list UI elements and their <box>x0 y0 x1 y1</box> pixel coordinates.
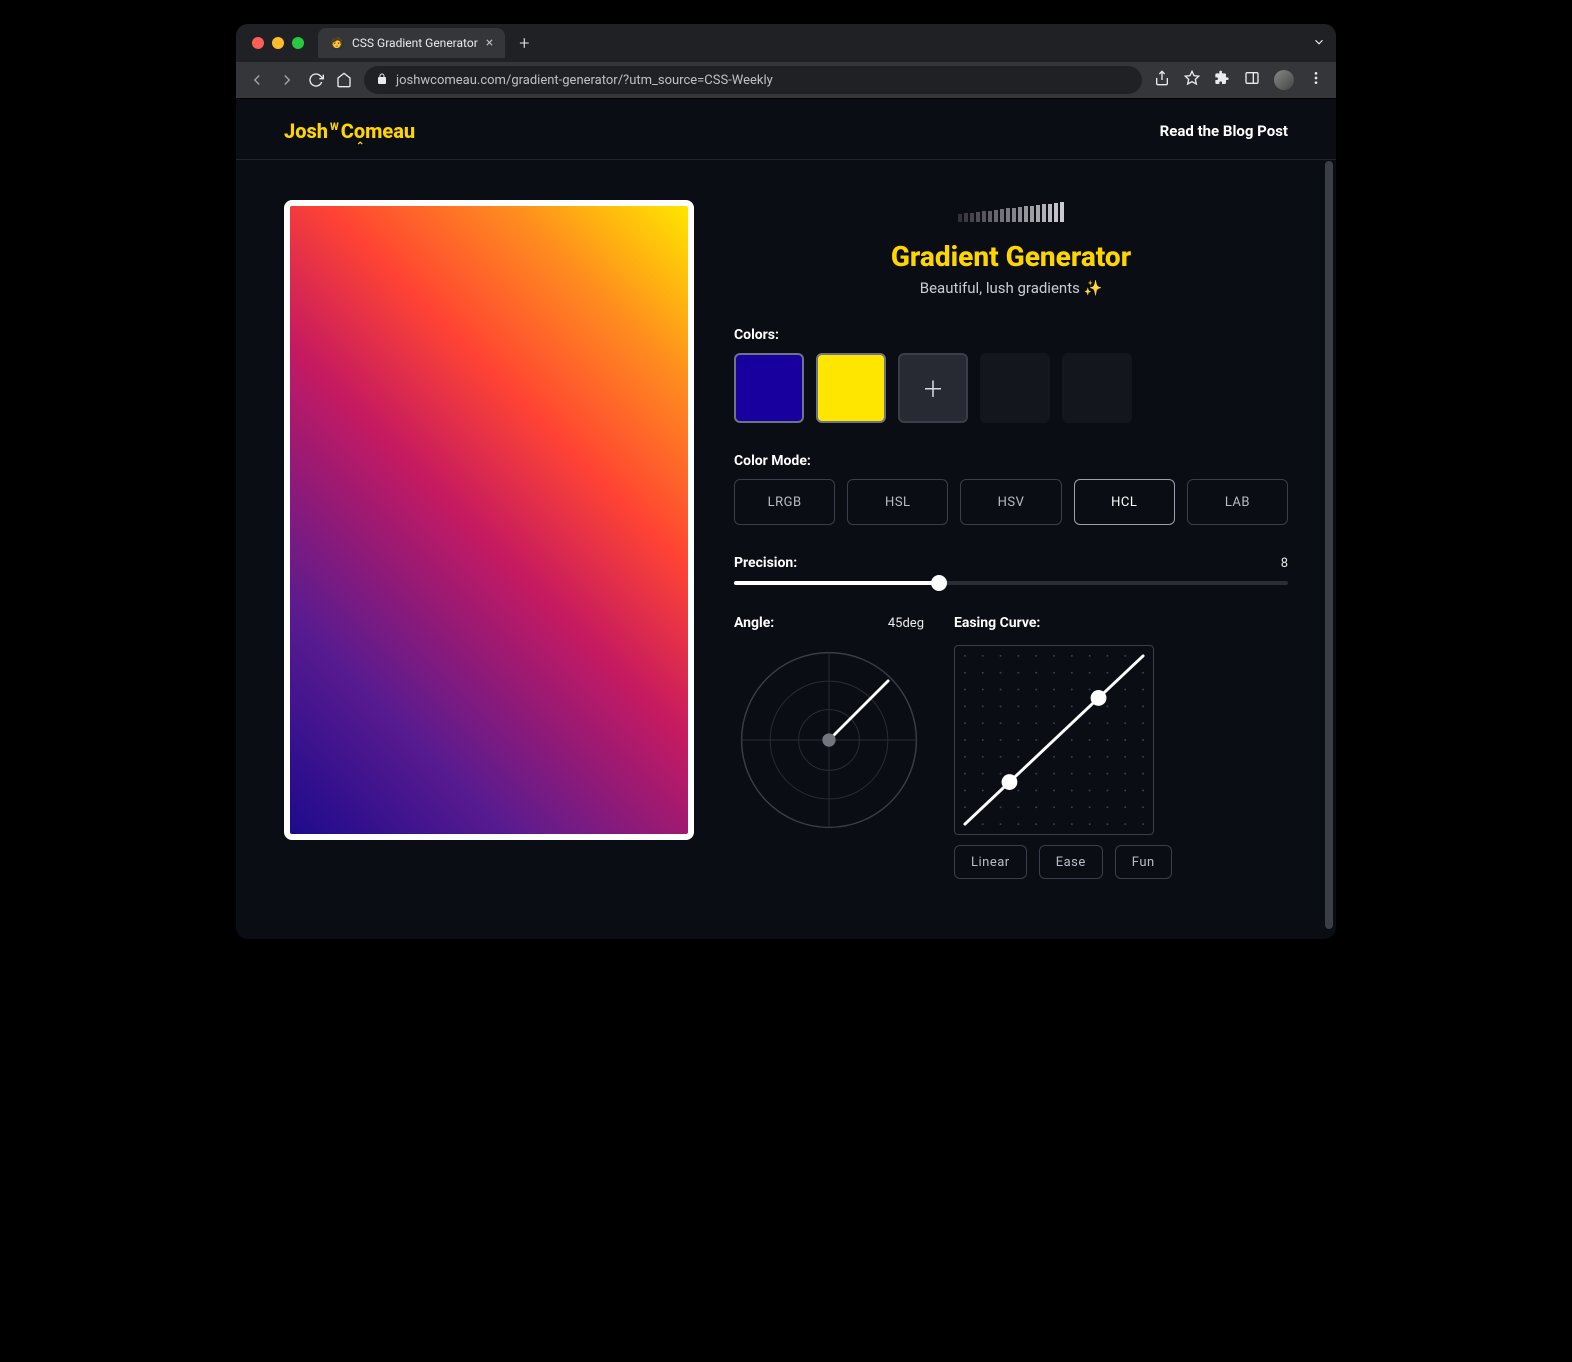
color-swatch-0[interactable] <box>734 353 804 423</box>
tab-favicon: 🧑 <box>330 36 344 50</box>
easing-handle-1[interactable] <box>1002 774 1018 790</box>
colors-label: Colors: <box>734 327 1288 343</box>
main-content: Gradient Generator Beautiful, lush gradi… <box>236 160 1336 939</box>
kebab-menu-icon[interactable] <box>1308 70 1324 90</box>
page-subtitle: Beautiful, lush gradients ✨ <box>734 279 1288 297</box>
angle-dial[interactable] <box>734 645 924 835</box>
color-mode-options: LRGB HSL HSV HCL LAB <box>734 479 1288 525</box>
logo-last: Comeau <box>341 119 415 143</box>
easing-preset-fun[interactable]: Fun <box>1115 845 1172 879</box>
browser-tab[interactable]: 🧑 CSS Gradient Generator × <box>318 28 505 58</box>
nav-reload-button[interactable] <box>308 72 324 88</box>
angle-value: 45deg <box>888 616 924 631</box>
easing-presets: Linear Ease Fun <box>954 845 1172 879</box>
window-minimize-button[interactable] <box>272 37 284 49</box>
site-header: JoshWComeau ⌃ Read the Blog Post <box>236 99 1336 160</box>
window-close-button[interactable] <box>252 37 264 49</box>
logo-w: W <box>330 122 339 133</box>
easing-curve-editor[interactable] <box>954 645 1154 835</box>
new-tab-button[interactable]: + <box>513 33 535 54</box>
tab-title: CSS Gradient Generator <box>352 36 478 50</box>
color-mode-hsl[interactable]: HSL <box>847 479 948 525</box>
color-swatch-empty <box>980 353 1050 423</box>
color-swatches: ＋ <box>734 353 1288 423</box>
color-mode-hsv[interactable]: HSV <box>960 479 1061 525</box>
easing-handle-2[interactable] <box>1091 690 1107 706</box>
tab-close-icon[interactable]: × <box>486 35 493 51</box>
color-mode-section: Color Mode: LRGB HSL HSV HCL LAB <box>734 453 1288 525</box>
share-icon[interactable] <box>1154 70 1170 90</box>
logo-caret-icon: ⌃ <box>356 141 364 152</box>
page-title: Gradient Generator <box>734 240 1288 273</box>
easing-preset-linear[interactable]: Linear <box>954 845 1027 879</box>
easing-label: Easing Curve: <box>954 615 1172 631</box>
gradient-preview <box>284 200 694 840</box>
easing-preset-ease[interactable]: Ease <box>1039 845 1103 879</box>
lock-icon <box>376 73 388 88</box>
tabs-overflow-icon[interactable] <box>1312 34 1326 53</box>
precision-slider-thumb[interactable] <box>931 575 947 591</box>
angle-section: Angle: 45deg <box>734 615 924 879</box>
nav-home-button[interactable] <box>336 72 352 88</box>
page: JoshWComeau ⌃ Read the Blog Post Gradien… <box>236 99 1336 939</box>
precision-section: Precision: 8 <box>734 555 1288 585</box>
color-swatch-1[interactable] <box>816 353 886 423</box>
browser-chrome: 🧑 CSS Gradient Generator × + <box>236 24 1336 99</box>
color-mode-lrgb[interactable]: LRGB <box>734 479 835 525</box>
nav-forward-button[interactable] <box>278 71 296 89</box>
color-swatch-empty <box>1062 353 1132 423</box>
browser-window: 🧑 CSS Gradient Generator × + <box>236 24 1336 939</box>
decorative-bars <box>734 200 1288 222</box>
easing-section: Easing Curve: Linear Ease Fun <box>954 615 1172 879</box>
bookmark-star-icon[interactable] <box>1184 70 1200 90</box>
blog-post-link[interactable]: Read the Blog Post <box>1160 122 1288 140</box>
window-controls <box>246 37 310 49</box>
precision-slider[interactable] <box>734 581 1288 585</box>
url-text: joshwcomeau.com/gradient-generator/?utm_… <box>396 73 773 88</box>
color-mode-lab[interactable]: LAB <box>1187 479 1288 525</box>
site-logo[interactable]: JoshWComeau ⌃ <box>284 119 415 143</box>
color-mode-label: Color Mode: <box>734 453 1288 469</box>
scrollbar[interactable] <box>1325 161 1333 929</box>
logo-first: Josh <box>284 119 328 143</box>
address-bar[interactable]: joshwcomeau.com/gradient-generator/?utm_… <box>364 66 1142 94</box>
angle-label: Angle: <box>734 615 774 631</box>
add-color-button[interactable]: ＋ <box>898 353 968 423</box>
window-maximize-button[interactable] <box>292 37 304 49</box>
precision-label: Precision: <box>734 555 797 571</box>
colors-section: Colors: ＋ <box>734 327 1288 423</box>
panel-icon[interactable] <box>1244 70 1260 90</box>
extensions-icon[interactable] <box>1214 70 1230 90</box>
browser-toolbar: joshwcomeau.com/gradient-generator/?utm_… <box>236 62 1336 98</box>
controls-panel: Gradient Generator Beautiful, lush gradi… <box>734 200 1288 879</box>
profile-avatar[interactable] <box>1274 70 1294 90</box>
precision-value: 8 <box>1281 556 1288 571</box>
hero: Gradient Generator Beautiful, lush gradi… <box>734 240 1288 297</box>
toolbar-right <box>1154 70 1324 90</box>
color-mode-hcl[interactable]: HCL <box>1074 479 1175 525</box>
tabstrip: 🧑 CSS Gradient Generator × + <box>236 24 1336 62</box>
nav-back-button[interactable] <box>248 71 266 89</box>
